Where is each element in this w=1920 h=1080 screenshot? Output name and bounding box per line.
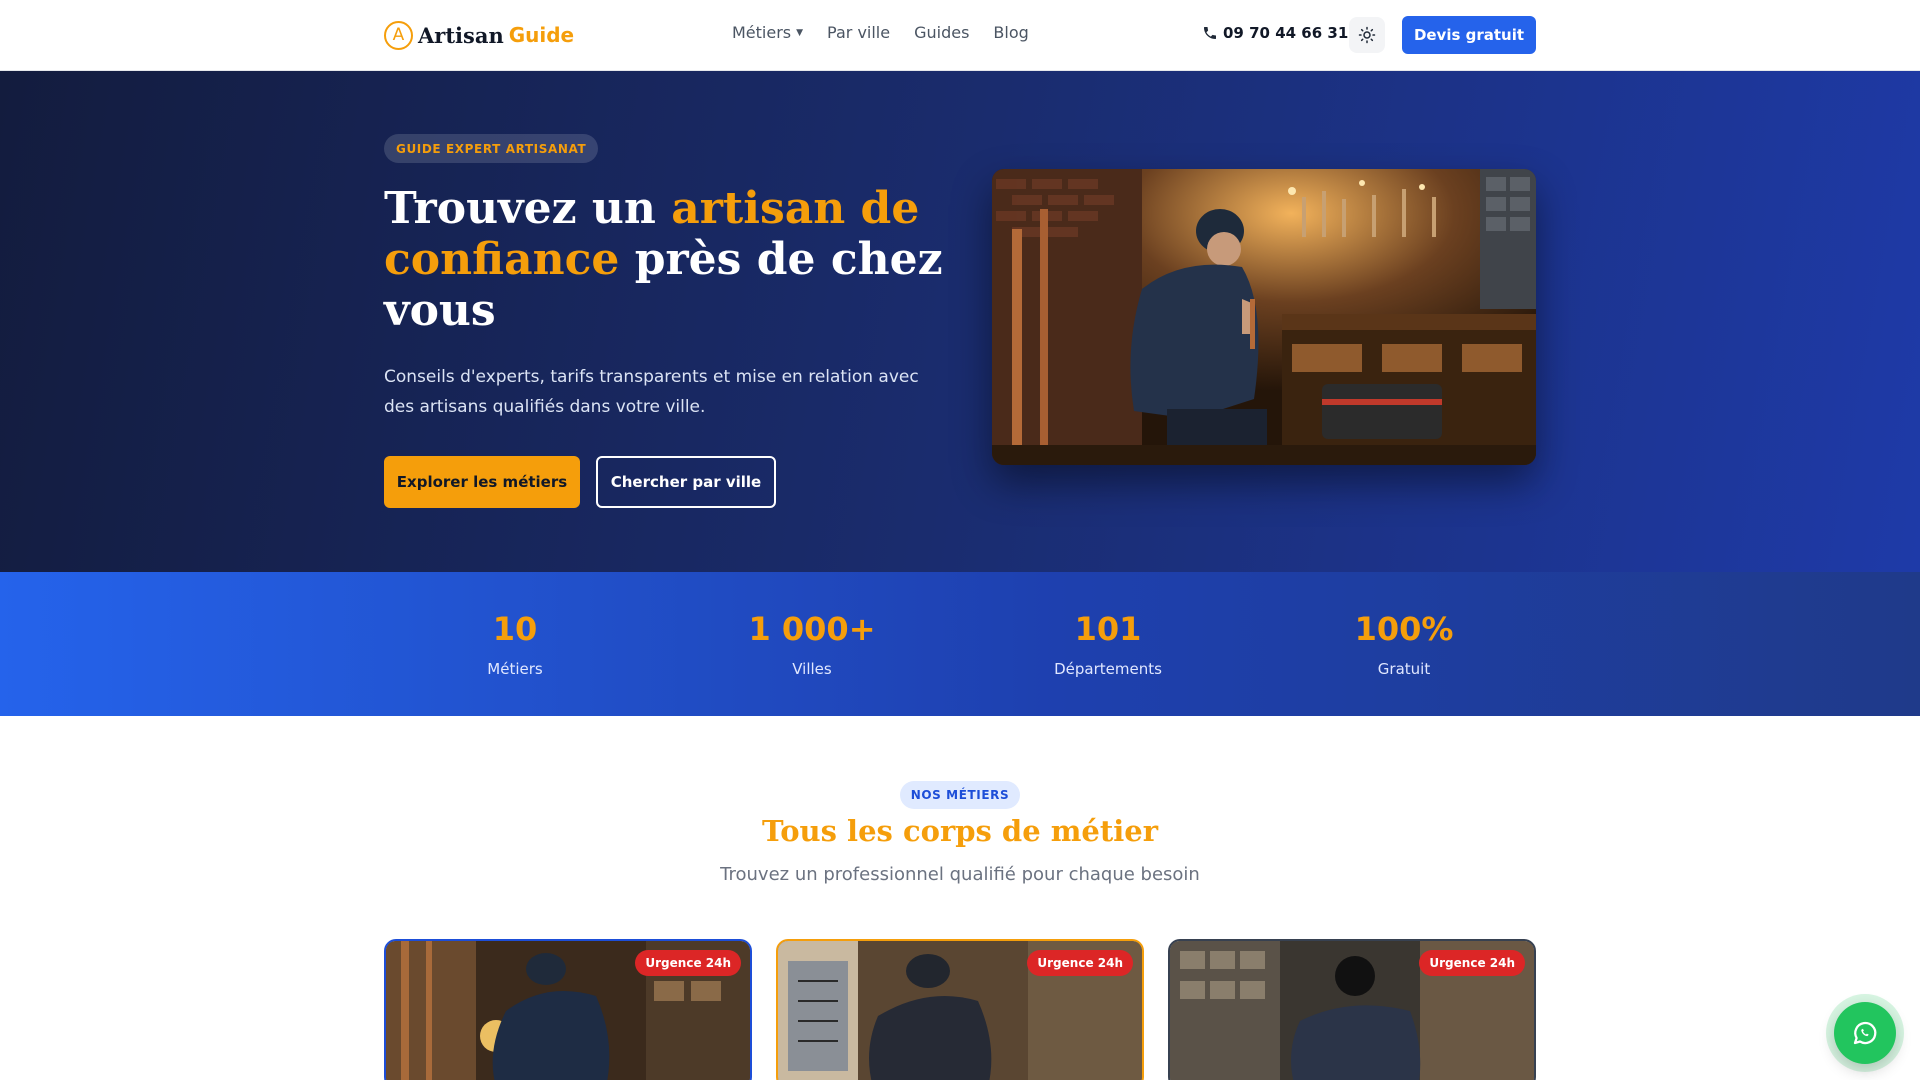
stat-label: Départements [1054,660,1162,678]
logo-accent-text: Guide [508,23,575,47]
hero-title-part1: Trouvez un [384,183,672,234]
theme-toggle-button[interactable] [1349,17,1385,53]
stat-value: 1 000+ [748,610,876,648]
trade-card-locksmith[interactable]: Urgence 24h [1168,939,1536,1080]
stat-value: 101 [1074,610,1142,648]
hero-badge: GUIDE EXPERT ARTISANAT [384,134,599,163]
urgent-badge: Urgence 24h [635,950,741,976]
logo-text: Artisan [418,22,504,48]
stat-label: Métiers [487,660,543,678]
section-badge: NOS MÉTIERS [900,781,1020,809]
nav-item-label: Guides [914,23,970,42]
stat-value: 100% [1354,610,1454,648]
whatsapp-button[interactable] [1834,1002,1896,1064]
nav-item-blog[interactable]: Blog [993,23,1028,42]
trade-card-electrician[interactable]: Urgence 24h [776,939,1144,1080]
chevron-down-icon: ▼ [796,27,804,38]
stat-label: Villes [792,660,832,678]
nav-item-metiers[interactable]: Métiers ▼ [732,23,803,42]
trade-card-plumber[interactable]: Urgence 24h [384,939,752,1080]
stat-cities: 1 000+ Villes [702,610,922,678]
phone-link[interactable]: 09 70 44 66 31 [1202,24,1348,42]
section-subtitle: Trouvez un professionnel qualifié pour c… [720,864,1200,885]
site-header: A Artisan Guide Métiers ▼ Par ville Guid… [0,0,1920,71]
explore-trades-button[interactable]: Explorer les métiers [384,456,580,508]
hero-subtitle: Conseils d'experts, tarifs transparents … [384,367,919,417]
urgent-badge: Urgence 24h [1027,950,1133,976]
section-title: Tous les corps de métier [761,814,1159,848]
whatsapp-icon [1853,1021,1877,1045]
stat-value: 10 [492,610,538,648]
phone-number: 09 70 44 66 31 [1223,24,1349,42]
stat-label: Gratuit [1377,660,1431,678]
hero-image [992,169,1536,465]
stat-trades: 10 Métiers [405,610,625,678]
free-quote-button[interactable]: Devis gratuit [1402,16,1536,54]
search-by-city-button[interactable]: Chercher par ville [596,456,776,508]
stats-band: 10 Métiers 1 000+ Villes 101 Département… [0,572,1920,716]
urgent-badge: Urgence 24h [1419,950,1525,976]
main-nav: Métiers ▼ Par ville Guides Blog [732,23,1053,42]
nav-item-label: Blog [993,23,1029,42]
stat-free: 100% Gratuit [1294,610,1514,678]
phone-icon [1204,27,1216,39]
sun-icon [1358,26,1376,44]
logo-icon: A [384,20,413,50]
stat-departments: 101 Départements [998,610,1218,678]
nav-item-par-ville[interactable]: Par ville [827,23,890,42]
hero-section: GUIDE EXPERT ARTISANAT Trouvez un artisa… [0,71,1920,572]
hero-title: Trouvez un artisan de confiance près de … [384,183,944,336]
nav-item-label: Métiers [732,23,792,42]
nav-item-guides[interactable]: Guides [914,23,969,42]
logo[interactable]: A Artisan Guide [384,19,574,51]
nav-item-label: Par ville [827,23,891,42]
